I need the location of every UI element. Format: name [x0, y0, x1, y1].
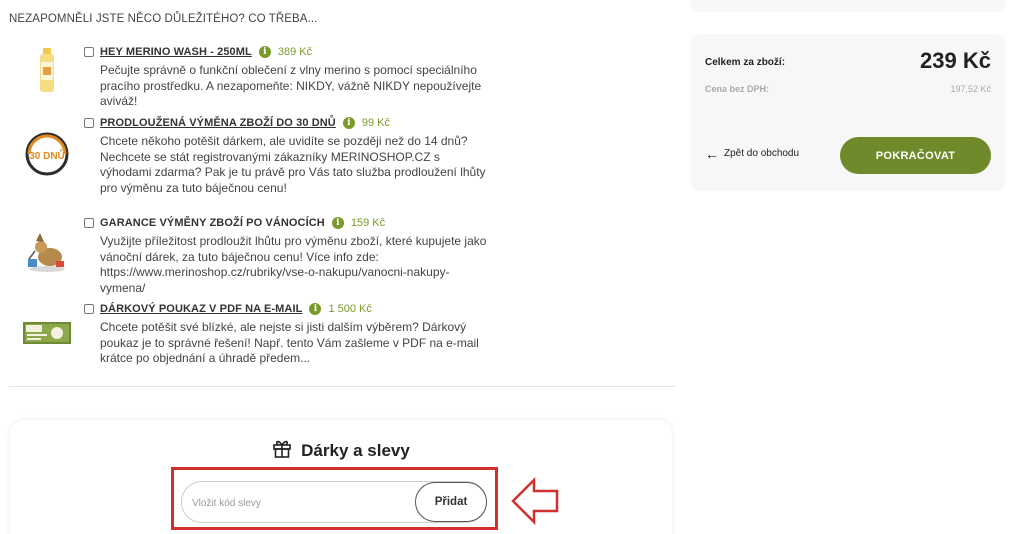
back-to-shop-link[interactable]: ← Zpět do obchodu	[705, 145, 800, 162]
arrow-left-icon: ←	[705, 145, 719, 162]
price-without-vat-value: 197,52 Kč	[950, 84, 991, 94]
upsell-checkbox[interactable]	[84, 47, 94, 57]
upsell-item-price: 159 Kč	[350, 217, 386, 229]
upsell-checkbox[interactable]	[84, 118, 94, 128]
back-to-shop-label: Zpět do obchodu	[724, 148, 800, 159]
coupon-form: Přidat	[181, 481, 487, 523]
info-icon[interactable]: i	[258, 46, 271, 58]
upsell-item-price: 389 Kč	[277, 46, 313, 58]
info-icon[interactable]: i	[309, 303, 322, 315]
upsell-item-description: Chcete potěšit své blízké, ale nejste si…	[100, 320, 479, 365]
summary-top-card	[690, 0, 1006, 12]
upsell-item-description: Chcete někoho potěšit dárkem, ale uvidít…	[100, 134, 486, 195]
upsell-item-title[interactable]: HEY MERINO WASH - 250ML	[100, 46, 252, 58]
total-label: Celkem za zboží:	[705, 57, 786, 68]
gifts-title: Dárky a slevy	[301, 440, 410, 460]
gift-icon	[272, 438, 292, 463]
upsell-item-title[interactable]: DÁRKOVÝ POUKAZ V PDF NA E-MAIL	[100, 303, 302, 315]
add-coupon-button[interactable]: Přidat	[415, 482, 487, 522]
price-without-vat-label: Cena bez DPH:	[705, 84, 770, 94]
left-arrow-pointer-icon	[510, 476, 560, 530]
upsell-item-description: Pečujte správně o funkční oblečení z vln…	[100, 63, 482, 108]
order-summary: Celkem za zboží: 239 Kč Cena bez DPH: 19…	[690, 0, 1024, 534]
detergent-bottle-icon[interactable]	[20, 46, 74, 96]
upsell-item-title[interactable]: PRODLOUŽENÁ VÝMĚNA ZBOŽÍ DO 30 DNŮ	[100, 117, 336, 129]
30-days-badge-icon[interactable]: 30 DNŮ	[20, 132, 74, 176]
continue-button[interactable]: POKRAČOVAT	[840, 137, 991, 174]
divider	[9, 386, 675, 387]
upsell-item-price: 99 Kč	[361, 117, 390, 129]
upsell-item-title[interactable]: GARANCE VÝMĚNY ZBOŽÍ PO VÁNOCÍCH	[100, 217, 325, 229]
upsell-item-price: 1 500 Kč	[328, 303, 372, 315]
gift-voucher-card-icon[interactable]	[20, 319, 74, 347]
upsell-item-description: Využijte příležitost prodloužit lhůtu pr…	[100, 234, 487, 295]
upsell-checkbox[interactable]	[84, 304, 94, 314]
coupon-code-input[interactable]	[192, 493, 412, 513]
christmas-gift-illustration-icon[interactable]	[20, 225, 74, 277]
upsell-checkbox[interactable]	[84, 218, 94, 228]
info-icon[interactable]: i	[342, 117, 355, 129]
total-value: 239 Kč	[920, 48, 991, 73]
upsell-heading: NEZAPOMNĚLI JSTE NĚCO DŮLEŽITÉHO? CO TŘE…	[9, 13, 318, 25]
info-icon[interactable]: i	[331, 217, 344, 229]
badge-text: 30 DNŮ	[29, 148, 65, 162]
summary-card: Celkem za zboží: 239 Kč Cena bez DPH: 19…	[690, 34, 1006, 191]
